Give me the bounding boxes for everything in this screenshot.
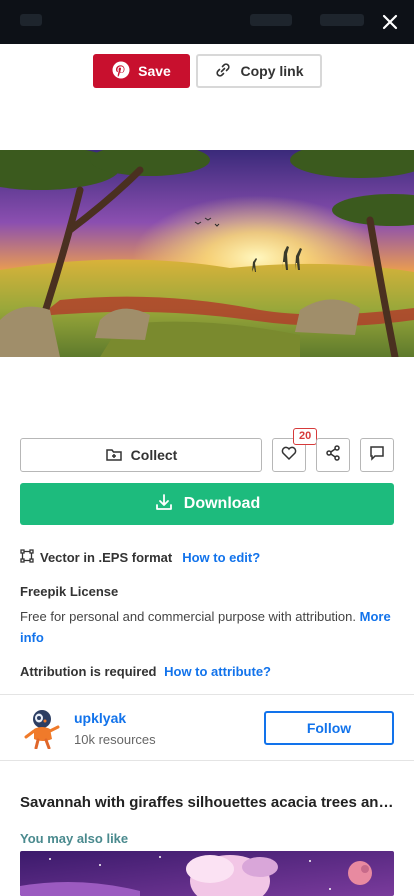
related-heading: You may also like (20, 831, 129, 846)
download-button[interactable]: Download (20, 483, 394, 525)
save-label: Save (138, 63, 171, 79)
vector-icon (20, 549, 34, 566)
comment-button[interactable] (360, 438, 394, 472)
page-header (0, 0, 414, 44)
header-logo (20, 14, 42, 26)
close-icon[interactable] (378, 10, 402, 34)
divider (0, 760, 414, 761)
license-text: Free for personal and commercial purpose… (20, 606, 394, 648)
format-label: Vector in .EPS format (40, 550, 173, 565)
copy-link-label: Copy link (240, 63, 304, 79)
header-link (320, 14, 364, 26)
pinterest-save-button[interactable]: Save (93, 54, 190, 88)
how-to-attribute-link[interactable]: How to attribute? (164, 664, 271, 679)
download-icon (154, 492, 174, 517)
license-title: Freepik License (20, 584, 119, 599)
share-icon (324, 444, 342, 467)
share-row: Save Copy link (93, 54, 322, 88)
pinterest-icon (112, 61, 130, 82)
format-row: Vector in .EPS format How to edit? (20, 549, 260, 566)
divider (0, 694, 414, 695)
share-button[interactable] (316, 438, 350, 472)
copy-link-button[interactable]: Copy link (196, 54, 322, 88)
likes-count-badge: 20 (293, 428, 318, 445)
license-description: Free for personal and commercial purpose… (20, 609, 356, 624)
author-card: upklyak 10k resources Follow (20, 704, 394, 752)
related-thumbnail[interactable] (20, 851, 394, 896)
header-link (250, 14, 292, 26)
download-label: Download (183, 495, 261, 512)
attribution-row: Attribution is required How to attribute… (20, 664, 271, 679)
collection-icon (105, 445, 123, 466)
resource-title: Savannah with giraffes silhouettes acaci… (20, 794, 394, 811)
how-to-edit-link[interactable]: How to edit? (182, 550, 260, 565)
author-resources: 10k resources (74, 732, 156, 747)
attribution-label: Attribution is required (20, 664, 157, 679)
action-row: Collect 20 (20, 428, 394, 472)
follow-button[interactable]: Follow (264, 711, 394, 745)
comment-icon (368, 444, 386, 467)
avatar[interactable] (22, 707, 64, 750)
author-name[interactable]: upklyak (74, 710, 126, 726)
resource-preview-image[interactable] (0, 150, 414, 357)
heart-icon (280, 444, 298, 467)
link-icon (214, 61, 232, 82)
collect-label: Collect (130, 447, 178, 463)
collect-button[interactable]: Collect (20, 438, 262, 472)
